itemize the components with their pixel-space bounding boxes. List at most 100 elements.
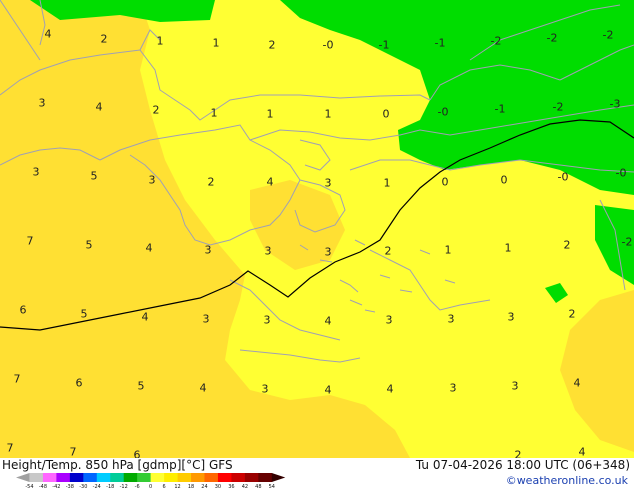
temp-label: -1: [434, 36, 446, 50]
temp-label: -2: [552, 100, 564, 114]
temp-label: 3: [261, 382, 269, 396]
legend-tick-label: -6: [134, 484, 140, 490]
temp-label: 1: [504, 241, 512, 255]
temp-label: 3: [32, 165, 40, 179]
legend-tick-label: 42: [241, 484, 249, 490]
map-footer: Height/Temp. 850 hPa [gdmp][°C] GFS Tu 0…: [0, 458, 634, 490]
color-legend: [16, 473, 286, 482]
legend-swatch: [258, 473, 273, 482]
temp-label: 1: [210, 106, 218, 120]
credit-link[interactable]: ©weatheronline.co.uk: [506, 474, 628, 487]
legend-swatch: [231, 473, 246, 482]
legend-tick-label: -54: [25, 484, 34, 490]
temp-label: 3: [38, 96, 46, 110]
legend-tick-label: 0: [149, 484, 153, 490]
map-canvas: [0, 0, 634, 458]
temp-label: 5: [80, 307, 88, 321]
temp-label: -3: [609, 97, 621, 111]
temp-label: 3: [324, 245, 332, 259]
temp-label: 3: [511, 379, 519, 393]
temp-label: 5: [137, 379, 145, 393]
weather-map: 4 2 1 1 2 -0 -1 -1 -2 -2 -2 3 4 2 1 1 1 0 -0 -1 -2 -3 3 5 3 2 4 3 1 0…: [0, 0, 634, 458]
temp-label: 2: [152, 103, 160, 117]
temp-label: 3: [507, 310, 515, 324]
legend-tick-label: 30: [214, 484, 222, 490]
legend-tick-label: -24: [92, 484, 101, 490]
temp-label: 3: [264, 244, 272, 258]
temp-label: -0: [322, 38, 334, 52]
legend-tick-label: -38: [65, 484, 74, 490]
legend-swatch: [271, 473, 286, 482]
legend-swatch: [164, 473, 178, 482]
legend-swatch: [123, 473, 138, 482]
legend-tick-label: 54: [268, 484, 275, 490]
temp-label: 3: [447, 312, 455, 326]
legend-tick-label: -42: [52, 484, 61, 490]
temp-label: 4: [573, 376, 581, 390]
temp-label: 4: [578, 445, 586, 458]
temp-label: 2: [268, 38, 276, 52]
legend-tick-label: -48: [38, 484, 48, 490]
temp-label: 1: [212, 36, 220, 50]
legend-swatch: [204, 473, 219, 482]
temp-label: 4: [44, 27, 52, 41]
temp-label: 4: [95, 100, 103, 114]
temp-label: 6: [133, 448, 141, 459]
temp-label: 4: [324, 383, 332, 397]
legend-swatch: [29, 473, 44, 482]
legend-swatch: [16, 473, 30, 482]
temp-label: 2: [100, 32, 108, 46]
legend-tick-label: 18: [187, 484, 195, 490]
temp-label: 0: [382, 107, 390, 121]
temp-label: -0: [557, 170, 569, 184]
temp-label: 1: [444, 243, 452, 257]
temp-label: 4: [199, 381, 207, 395]
legend-tick-label: 24: [201, 484, 208, 490]
temp-label: 3: [449, 381, 457, 395]
legend-swatch: [110, 473, 125, 482]
temp-label: 2: [207, 175, 215, 189]
temp-label: 7: [26, 234, 34, 248]
temp-label: 1: [156, 34, 164, 48]
temp-label: 2: [568, 307, 576, 321]
legend-tick-label: -30: [79, 484, 88, 490]
temp-label: -0: [437, 105, 449, 119]
legend-swatch: [69, 473, 84, 482]
temp-label: 3: [202, 312, 210, 326]
temp-label: 1: [383, 176, 391, 190]
legend-swatch: [177, 473, 192, 482]
temp-label: -2: [546, 31, 558, 45]
temp-label: 2: [563, 238, 571, 252]
map-title: Height/Temp. 850 hPa [gdmp][°C] GFS: [2, 458, 233, 472]
legend-swatch: [96, 473, 111, 482]
temp-label: 3: [385, 313, 393, 327]
legend-swatch: [42, 473, 57, 482]
temp-label: 4: [266, 175, 274, 189]
valid-time: Tu 07-04-2026 18:00 UTC (06+348): [415, 458, 630, 472]
temp-label: 2: [514, 448, 522, 459]
temp-label: 5: [85, 238, 93, 252]
legend-swatch: [217, 473, 232, 482]
temp-label: 4: [145, 241, 153, 255]
temp-label: -2: [490, 34, 502, 48]
temp-label: -1: [494, 102, 506, 116]
temp-label: -2: [602, 28, 614, 42]
temp-label: 1: [324, 107, 332, 121]
legend-swatch: [191, 473, 205, 482]
temp-label: 0: [441, 175, 449, 189]
temp-label: 3: [324, 176, 332, 190]
temp-label: 6: [19, 303, 27, 317]
temp-label: -1: [378, 38, 390, 52]
temp-label: 3: [148, 173, 156, 187]
temp-label: 6: [75, 376, 83, 390]
legend-tick-label: 36: [228, 484, 235, 490]
temp-label: 2: [384, 244, 392, 258]
legend-swatch: [244, 473, 259, 482]
temp-label: 0: [500, 173, 508, 187]
legend-tick-label: 48: [255, 484, 262, 490]
temp-label: 4: [386, 382, 394, 396]
temp-label: 4: [324, 314, 332, 328]
legend-tick-label: 12: [174, 484, 181, 490]
temp-label: 1: [266, 107, 274, 121]
temp-label: 7: [69, 445, 77, 458]
